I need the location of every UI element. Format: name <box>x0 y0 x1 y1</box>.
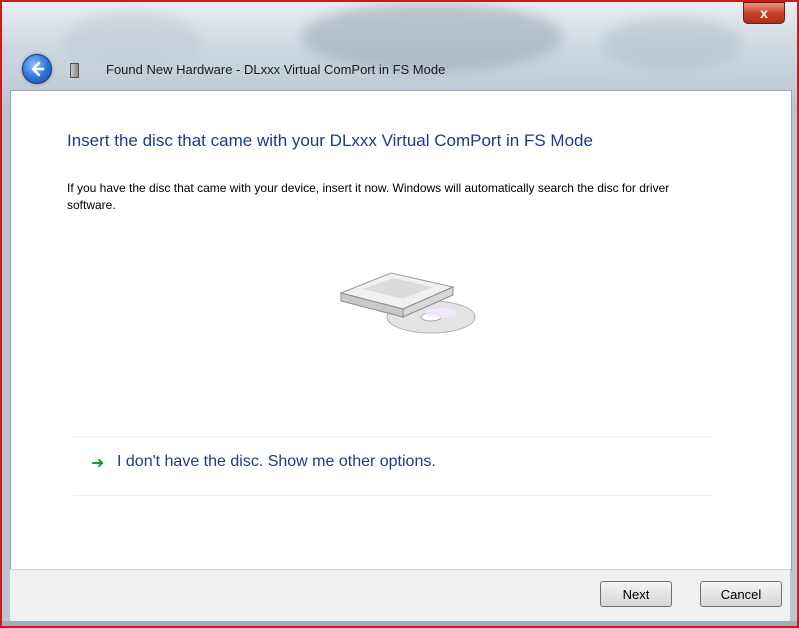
button-bar: Next Cancel <box>10 569 790 622</box>
back-arrow-icon <box>31 61 45 77</box>
wizard-content: Insert the disc that came with your DLxx… <box>10 90 792 570</box>
close-button[interactable]: x <box>743 2 785 24</box>
back-button[interactable] <box>22 54 52 84</box>
green-arrow-icon: ➜ <box>91 453 105 472</box>
disc-drive-icon <box>333 263 483 343</box>
page-heading: Insert the disc that came with your DLxx… <box>67 131 593 150</box>
hardware-icon <box>70 63 79 78</box>
next-button[interactable]: Next <box>600 581 672 607</box>
no-disc-option[interactable]: ➜ I don't have the disc. Show me other o… <box>73 436 713 496</box>
no-disc-option-label: I don't have the disc. Show me other opt… <box>117 453 436 470</box>
page-description: If you have the disc that came with your… <box>67 181 670 212</box>
title-bar-glare <box>602 17 742 72</box>
window-title: Found New Hardware - DLxxx Virtual ComPo… <box>106 62 446 77</box>
window-bottom-border <box>2 621 797 626</box>
cancel-button[interactable]: Cancel <box>700 581 782 607</box>
dialog-window: Found New Hardware - DLxxx Virtual ComPo… <box>0 0 799 628</box>
